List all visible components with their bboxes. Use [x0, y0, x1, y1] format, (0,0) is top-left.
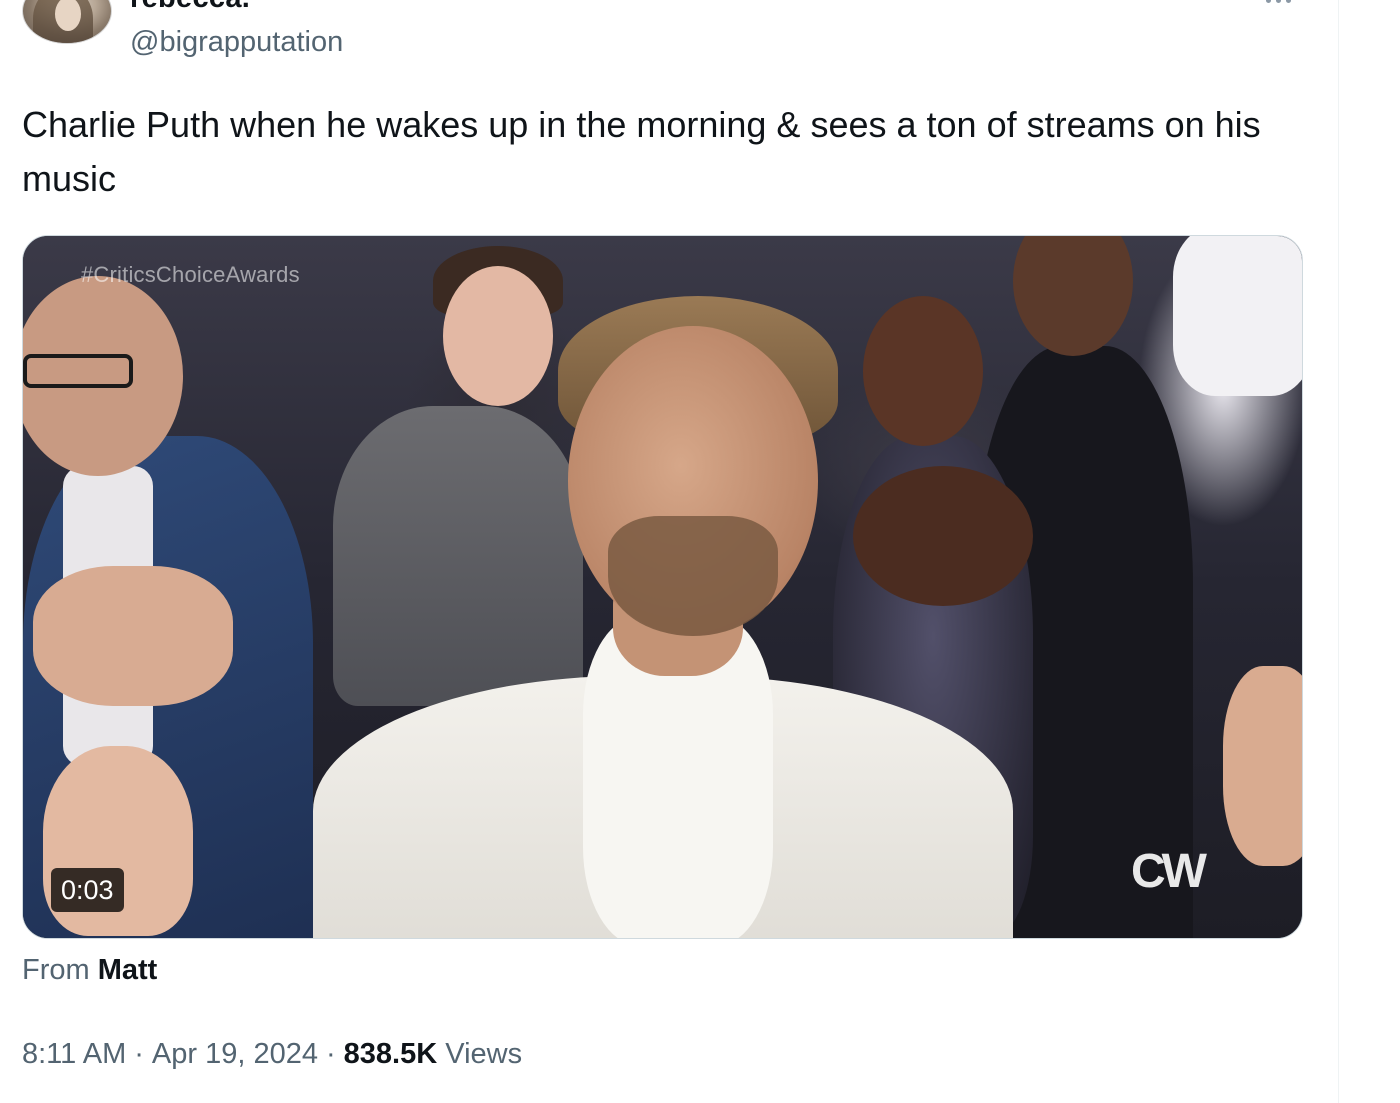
meta-separator: · — [326, 1038, 336, 1070]
video-player[interactable]: #CriticsChoiceAwards CW 0:03 — [22, 235, 1303, 939]
meta-separator: · — [134, 1038, 144, 1070]
avatar[interactable] — [22, 0, 112, 44]
tweet-time[interactable]: 8:11 AM — [22, 1038, 126, 1071]
views-count: 838.5K — [343, 1038, 438, 1070]
media-source: From Matt — [22, 954, 157, 987]
video-duration-badge: 0:03 — [51, 868, 124, 912]
tweet-date[interactable]: Apr 19, 2024 — [152, 1038, 318, 1071]
column-divider — [1338, 0, 1339, 1103]
views-label: Views — [445, 1038, 523, 1070]
source-name-link[interactable]: Matt — [98, 954, 158, 986]
author-display-name[interactable]: rebecca. — [130, 0, 250, 15]
video-watermark: #CriticsChoiceAwards — [81, 262, 300, 287]
tweet-meta: 8:11 AM · Apr 19, 2024 · 838.5K Views — [22, 1038, 522, 1071]
video-frame — [23, 236, 1302, 938]
tweet-text: Charlie Puth when he wakes up in the mor… — [22, 104, 1261, 199]
more-dots-icon[interactable] — [1266, 0, 1300, 8]
author-handle[interactable]: @bigrapputation — [130, 26, 343, 59]
source-prefix: From — [22, 954, 90, 986]
network-logo: CW — [1131, 845, 1207, 898]
